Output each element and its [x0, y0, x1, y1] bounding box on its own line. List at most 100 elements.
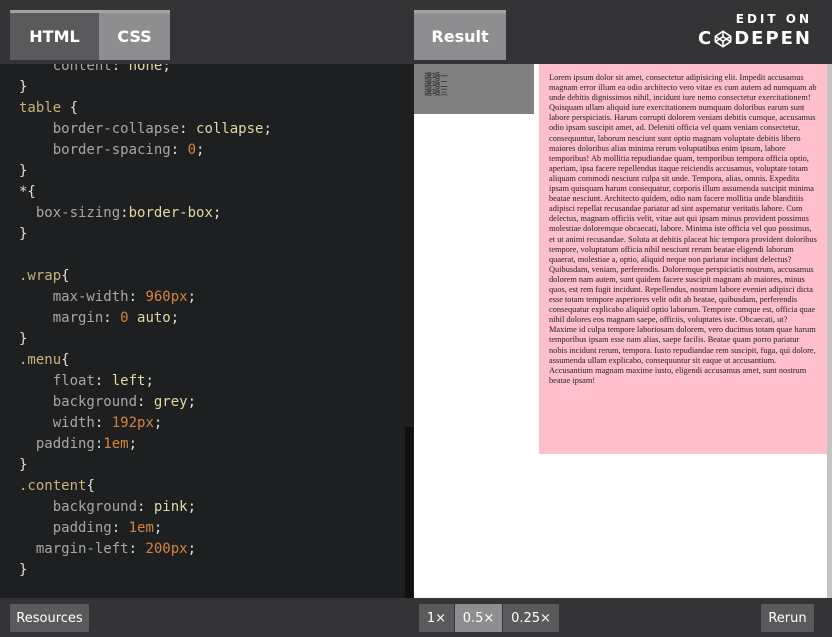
code-token: ; [263, 121, 272, 137]
css-code-editor[interactable]: content: none;} table { border-collapse: … [0, 64, 414, 598]
code-token: } [19, 79, 28, 95]
code-token: 192px [111, 415, 154, 431]
codepen-logo: C DEPEN [698, 28, 812, 49]
result-preview: 選項一 選項二 選項三 Lorem ipsum dolor sit amet, co… [414, 64, 828, 598]
code-token: : [128, 541, 146, 557]
code-token: margin [52, 310, 104, 326]
rerun-button[interactable]: Rerun [761, 604, 814, 632]
code-line: content: none; [0, 64, 414, 77]
code-token: ; [145, 373, 154, 389]
code-token: grey [153, 394, 188, 410]
code-line: border-collapse: collapse; [0, 119, 414, 140]
code-token: .wrap [19, 268, 62, 284]
code-token: ; [187, 541, 197, 557]
code-token: table [19, 100, 62, 116]
code-token: box-sizing [19, 205, 121, 221]
code-line: } [0, 77, 414, 98]
code-token: : [137, 394, 154, 410]
code-token: 960px [145, 289, 188, 305]
logo-text-pre: C [697, 28, 714, 49]
editor-scrollbar[interactable] [405, 427, 413, 598]
code-token: : [170, 142, 188, 158]
code-line: .menu{ [0, 350, 414, 371]
code-line: max-width: 960px; [0, 287, 414, 308]
code-token: border-collapse [52, 121, 180, 137]
code-token: background [52, 394, 138, 410]
code-token: } [19, 226, 28, 242]
code-token: 1em [128, 520, 154, 536]
code-token: *{ [19, 184, 36, 200]
code-token: { [86, 478, 95, 494]
zoom-1x-button[interactable]: 1× [419, 604, 454, 632]
code-token: : [128, 289, 146, 305]
tab-result[interactable]: Result [414, 10, 506, 60]
code-line: } [0, 455, 414, 476]
code-token: : [111, 520, 129, 536]
code-token: : [94, 373, 112, 389]
code-token: : [120, 205, 129, 221]
code-token: ; [187, 394, 197, 410]
code-token: ; [153, 520, 163, 536]
code-token: none [128, 64, 163, 74]
code-line: border-spacing: 0; [0, 140, 414, 161]
code-line: box-sizing:border-box; [0, 203, 414, 224]
resources-button[interactable]: Resources [10, 604, 89, 632]
code-token: } [19, 457, 28, 473]
logo-text-post: DEPEN [734, 28, 812, 49]
code-token: 0 [120, 310, 129, 326]
code-line: padding: 1em; [0, 518, 414, 539]
code-token: 1em [103, 436, 129, 452]
zoom-0-5x-button[interactable]: 0.5× [455, 604, 502, 632]
tab-html[interactable]: HTML [10, 10, 99, 60]
code-token: ; [128, 436, 138, 452]
preview-menu-item: 選項三 [424, 88, 448, 97]
code-line: background: pink; [0, 497, 414, 518]
code-token: float [52, 373, 95, 389]
preview-menu: 選項一 選項二 選項三 [414, 64, 534, 114]
code-lines: content: none;} table { border-collapse: … [0, 64, 414, 581]
preview-content: Lorem ipsum dolor sit amet, consectetur … [539, 64, 827, 454]
code-token: ; [212, 205, 222, 221]
code-token: .menu [19, 352, 62, 368]
code-token: { [61, 352, 70, 368]
code-token: ; [187, 289, 197, 305]
code-token: background [52, 499, 138, 515]
result-scrollbar[interactable] [827, 64, 832, 598]
code-token: pink [153, 499, 188, 515]
code-line: width: 192px; [0, 413, 414, 434]
code-line: table { [0, 98, 414, 119]
code-token: : [94, 415, 112, 431]
code-line: background: grey; [0, 392, 414, 413]
code-token: ; [196, 142, 205, 158]
code-token: 0 [187, 142, 197, 158]
code-token: ; [162, 64, 171, 74]
code-token: : [103, 310, 121, 326]
zoom-controls: 1× 0.5× 0.25× [419, 604, 560, 632]
code-token: border-spacing [52, 142, 171, 158]
code-token: padding [52, 520, 112, 536]
code-line: float: left; [0, 371, 414, 392]
tab-css[interactable]: CSS [99, 10, 170, 60]
code-token: ; [187, 499, 197, 515]
edit-on-codepen-link[interactable]: EDIT ON C DEPEN [698, 12, 812, 49]
code-token: 200px [145, 541, 188, 557]
code-token: content [52, 64, 112, 74]
code-token: : [179, 121, 197, 137]
code-token: auto [128, 310, 171, 326]
code-token: width [52, 415, 95, 431]
code-token: } [19, 331, 28, 347]
zoom-0-25x-button[interactable]: 0.25× [503, 604, 559, 632]
code-line: padding:1em; [0, 434, 414, 455]
logo-edit-on-text: EDIT ON [735, 12, 812, 26]
code-token: border-box [128, 205, 213, 221]
code-token: } [19, 163, 28, 179]
code-token: padding [19, 436, 95, 452]
